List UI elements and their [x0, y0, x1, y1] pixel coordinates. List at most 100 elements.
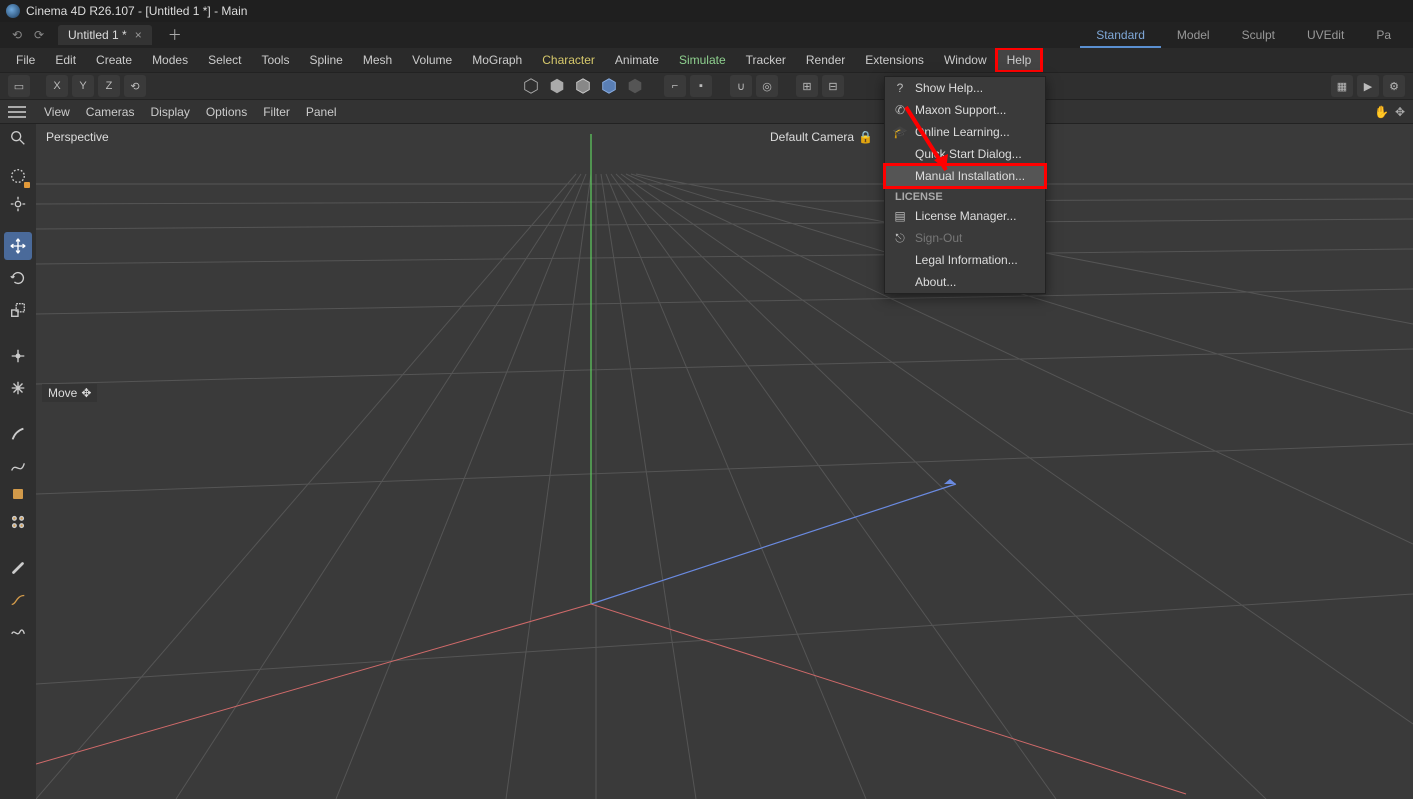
menu-bar: File Edit Create Modes Select Tools Spli… — [0, 48, 1413, 72]
help-manual-installation[interactable]: Manual Installation... — [885, 165, 1045, 187]
paint-tool[interactable] — [4, 554, 32, 582]
menu-simulate[interactable]: Simulate — [669, 49, 736, 71]
menu-spline[interactable]: Spline — [299, 49, 352, 71]
menu-tools[interactable]: Tools — [251, 49, 299, 71]
render-settings-icon[interactable]: ⚙ — [1383, 75, 1405, 97]
rotate-tool[interactable] — [4, 264, 32, 292]
main-area: Perspective Default Camera 🔒 Move ✥ — [0, 124, 1413, 799]
axis-center-tool[interactable] — [4, 374, 32, 402]
brush-tool[interactable] — [4, 420, 32, 448]
document-tab[interactable]: Untitled 1 * × — [58, 25, 152, 45]
cube-active-icon[interactable] — [598, 75, 620, 97]
menu-extensions[interactable]: Extensions — [855, 49, 934, 71]
help-online-learning[interactable]: 🎓Online Learning... — [885, 121, 1045, 143]
move-tool[interactable] — [4, 232, 32, 260]
menu-animate[interactable]: Animate — [605, 49, 669, 71]
app-icon — [6, 4, 20, 18]
top-toolbar: ▭ X Y Z ⟲ ⌐ ▪ ∪ ◎ ⊞ ⊟ ▦ ▶ ⚙ — [0, 72, 1413, 100]
document-icon: ▤ — [893, 209, 907, 223]
move-view-icon[interactable]: ✥ — [1395, 105, 1405, 119]
curve-tool[interactable] — [4, 586, 32, 614]
axis-group: ▭ X Y Z ⟲ — [8, 75, 146, 97]
clapper-icon[interactable]: ▦ — [1331, 75, 1353, 97]
sketch-tool[interactable] — [4, 618, 32, 646]
menu-file[interactable]: File — [6, 49, 45, 71]
hand-icon[interactable]: ✋ — [1374, 105, 1389, 119]
history-nav: ⟲ ⟳ — [8, 26, 48, 44]
cube-wire-icon[interactable] — [520, 75, 542, 97]
help-sign-out: ⎋Sign-Out — [885, 227, 1045, 249]
viewport[interactable]: Perspective Default Camera 🔒 Move ✥ — [36, 124, 1413, 799]
cube-solid-icon[interactable] — [546, 75, 568, 97]
angle-icon[interactable]: ⌐ — [664, 75, 686, 97]
viewmenu-filter[interactable]: Filter — [263, 105, 290, 119]
close-icon[interactable]: × — [135, 28, 142, 42]
viewmenu-view[interactable]: View — [44, 105, 70, 119]
axis-y-button[interactable]: Y — [72, 75, 94, 97]
menu-mesh[interactable]: Mesh — [353, 49, 402, 71]
help-dropdown: ?Show Help... ✆Maxon Support... 🎓Online … — [884, 76, 1046, 294]
add-tab-button[interactable]: ＋ — [162, 25, 188, 45]
camera-label: Default Camera 🔒 — [770, 130, 873, 144]
menu-character[interactable]: Character — [532, 49, 605, 71]
settings-small-icon[interactable] — [4, 194, 32, 214]
render-icon[interactable]: ▶ — [1357, 75, 1379, 97]
menu-modes[interactable]: Modes — [142, 49, 198, 71]
scale-tool[interactable] — [4, 296, 32, 324]
cube-dark-icon[interactable] — [624, 75, 646, 97]
layout-tab-model[interactable]: Model — [1161, 24, 1226, 48]
points-tool[interactable] — [4, 508, 32, 536]
move-icon: ✥ — [81, 386, 91, 400]
menu-mograph[interactable]: MoGraph — [462, 49, 532, 71]
workplane-button[interactable]: ▭ — [8, 75, 30, 97]
cube-shade-icon[interactable] — [572, 75, 594, 97]
menu-select[interactable]: Select — [198, 49, 251, 71]
viewport-menu-icon[interactable] — [6, 104, 28, 120]
layout-tab-more[interactable]: Pa — [1360, 24, 1407, 48]
search-icon[interactable] — [4, 128, 32, 148]
viewmenu-display[interactable]: Display — [150, 105, 189, 119]
grid-snap-icon[interactable]: ⊟ — [822, 75, 844, 97]
menu-help[interactable]: Help — [997, 49, 1042, 71]
help-about[interactable]: About... — [885, 271, 1045, 293]
graduation-icon: 🎓 — [893, 125, 907, 139]
square-icon[interactable]: ▪ — [690, 75, 712, 97]
grid-icon[interactable]: ⊞ — [796, 75, 818, 97]
forward-icon[interactable]: ⟳ — [30, 26, 48, 44]
menu-render[interactable]: Render — [796, 49, 855, 71]
help-license-manager[interactable]: ▤License Manager... — [885, 205, 1045, 227]
x-axis — [591, 604, 1186, 794]
viewmenu-options[interactable]: Options — [206, 105, 247, 119]
help-show-help[interactable]: ?Show Help... — [885, 77, 1045, 99]
help-legal-info[interactable]: Legal Information... — [885, 249, 1045, 271]
layout-tab-sculpt[interactable]: Sculpt — [1226, 24, 1291, 48]
signout-icon: ⎋ — [893, 231, 907, 246]
select-tool[interactable] — [4, 162, 32, 190]
menu-volume[interactable]: Volume — [402, 49, 462, 71]
spline-tool[interactable] — [4, 452, 32, 480]
magnet-icon[interactable]: ∪ — [730, 75, 752, 97]
viewmenu-cameras[interactable]: Cameras — [86, 105, 135, 119]
window-title: Cinema 4D R26.107 - [Untitled 1 *] - Mai… — [26, 4, 247, 18]
help-maxon-support[interactable]: ✆Maxon Support... — [885, 99, 1045, 121]
back-icon[interactable]: ⟲ — [8, 26, 26, 44]
menu-tracker[interactable]: Tracker — [736, 49, 796, 71]
axis-x-button[interactable]: X — [46, 75, 68, 97]
menu-create[interactable]: Create — [86, 49, 142, 71]
menu-edit[interactable]: Edit — [45, 49, 86, 71]
coord-system-button[interactable]: ⟲ — [124, 75, 146, 97]
snap-icon[interactable]: ◎ — [756, 75, 778, 97]
material-icon[interactable] — [4, 484, 32, 504]
layout-tabs: Standard Model Sculpt UVEdit Pa — [1080, 22, 1407, 48]
camera-lock-icon[interactable]: 🔒 — [858, 130, 873, 144]
layout-tab-uvedit[interactable]: UVEdit — [1291, 24, 1360, 48]
primitive-tools: ⌐ ▪ ∪ ◎ ⊞ ⊟ — [520, 75, 844, 97]
axis-z-button[interactable]: Z — [98, 75, 120, 97]
viewmenu-panel[interactable]: Panel — [306, 105, 337, 119]
layout-tab-standard[interactable]: Standard — [1080, 24, 1161, 48]
psr-tool[interactable] — [4, 342, 32, 370]
menu-window[interactable]: Window — [934, 49, 997, 71]
viewport-grid — [36, 124, 1413, 799]
phone-icon: ✆ — [893, 103, 907, 117]
help-quick-start[interactable]: Quick Start Dialog... — [885, 143, 1045, 165]
